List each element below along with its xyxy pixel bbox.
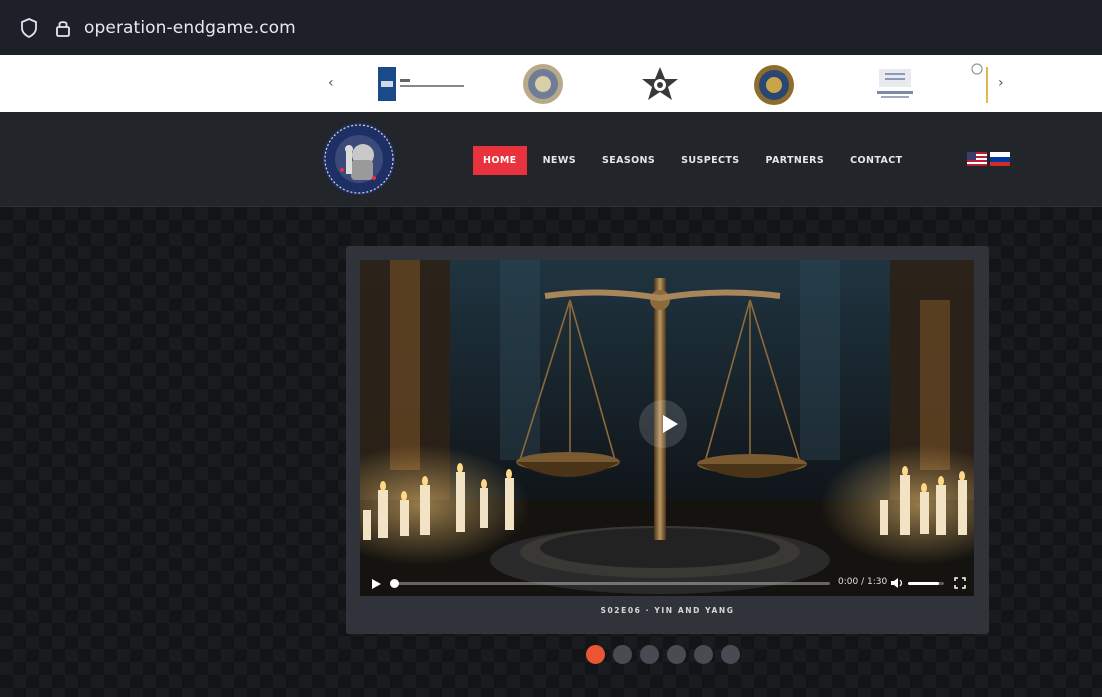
carousel-dot[interactable] (694, 645, 713, 664)
partners-next-arrow[interactable]: › (998, 75, 1004, 91)
lock-icon[interactable] (54, 18, 72, 38)
nav-partners[interactable]: PARTNERS (756, 146, 835, 175)
partner-logos-strip: ‹ › (0, 55, 1102, 112)
volume-icon[interactable] (890, 577, 904, 589)
volume-slider[interactable] (908, 582, 944, 585)
eurojust-logo (877, 69, 913, 98)
url-text[interactable]: operation-endgame.com (84, 18, 296, 38)
police-seal-logo (523, 64, 563, 104)
nav-suspects[interactable]: SUSPECTS (671, 146, 749, 175)
video-caption: S02E06 · YIN AND YANG (600, 606, 735, 615)
nav-contact[interactable]: CONTACT (840, 146, 912, 175)
main-menu: HOME NEWS SEASONS SUSPECTS PARTNERS CONT… (473, 146, 918, 175)
video-time: 0:00 / 1:30 (838, 577, 888, 587)
partial-logo (971, 63, 988, 103)
video-controls: 0:00 / 1:30 (360, 570, 974, 596)
nla-logo (378, 67, 464, 101)
volume-fill (908, 582, 939, 585)
language-switcher (967, 152, 1010, 166)
carousel-dot[interactable] (640, 645, 659, 664)
fullscreen-icon[interactable] (954, 577, 966, 589)
operation-endgame-logo[interactable] (322, 122, 396, 196)
video-player[interactable]: 0:00 / 1:30 (360, 260, 974, 596)
ru-flag-icon[interactable] (990, 152, 1010, 166)
star-badge-logo (642, 67, 678, 100)
carousel-pagination (586, 645, 748, 664)
us-flag-icon[interactable] (967, 152, 987, 166)
federal-seal-logo (754, 65, 794, 105)
carousel-dot[interactable] (586, 645, 605, 664)
play-icon[interactable] (370, 578, 382, 590)
video-progress-handle[interactable] (390, 579, 399, 588)
site-navbar: HOME NEWS SEASONS SUSPECTS PARTNERS CONT… (0, 112, 1102, 207)
video-progress-bar[interactable] (390, 579, 830, 588)
nav-seasons[interactable]: SEASONS (592, 146, 665, 175)
carousel-dot[interactable] (667, 645, 686, 664)
shield-icon[interactable] (20, 17, 38, 38)
browser-address-bar: operation-endgame.com (0, 0, 1102, 55)
carousel-dot[interactable] (613, 645, 632, 664)
nav-news[interactable]: NEWS (533, 146, 586, 175)
nav-home[interactable]: HOME (473, 146, 527, 175)
play-overlay-icon[interactable] (661, 414, 679, 434)
partners-prev-arrow[interactable]: ‹ (328, 75, 334, 91)
carousel-dot[interactable] (721, 645, 740, 664)
